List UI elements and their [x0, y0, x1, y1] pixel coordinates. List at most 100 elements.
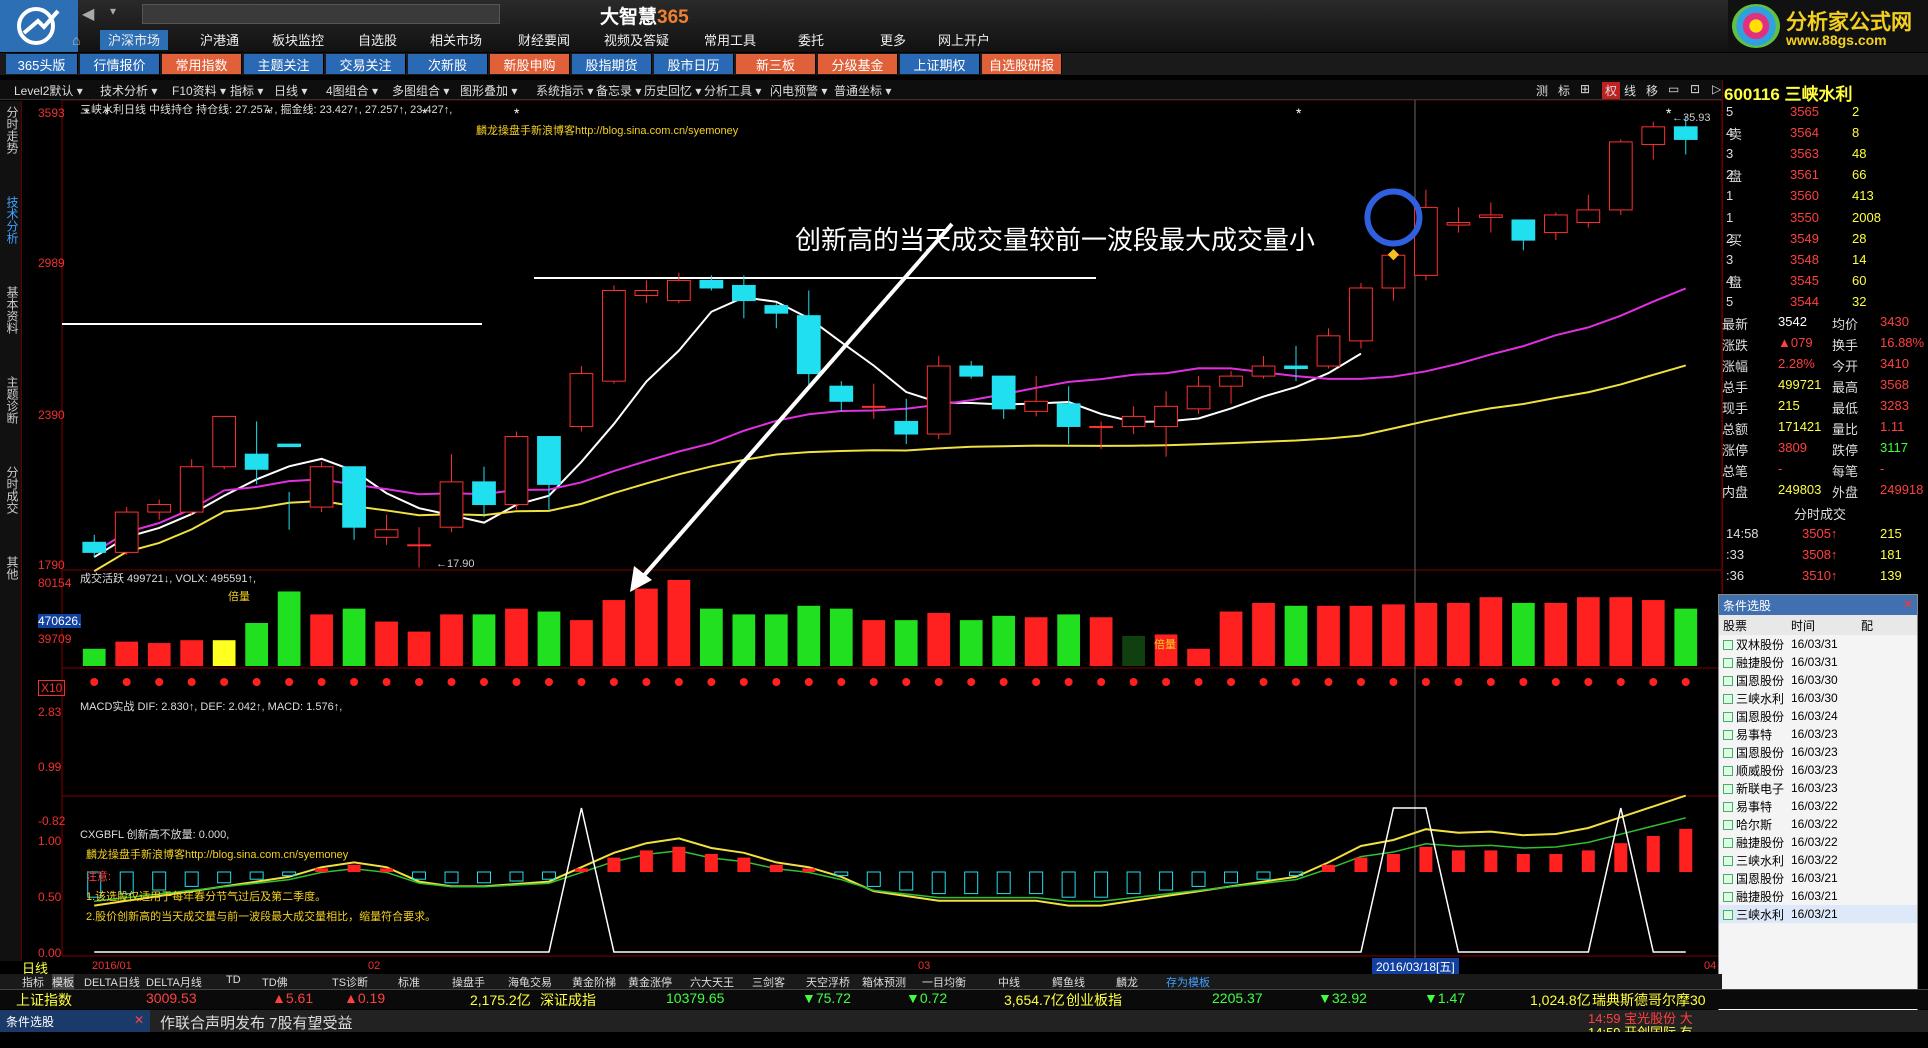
side-tab[interactable]: 其他	[2, 556, 20, 580]
toolbar-right-button[interactable]: 权	[1602, 82, 1621, 99]
index-value[interactable]: ▼1.47	[1424, 990, 1465, 1006]
top-menu-item[interactable]: 板块监控	[272, 30, 324, 50]
side-tab[interactable]: 基本资料	[2, 286, 20, 334]
indicator-tab[interactable]: 麟龙	[1116, 974, 1138, 990]
top-menu-item[interactable]: 视频及答疑	[604, 30, 669, 50]
toolbar-item[interactable]: Level2默认 ▾	[14, 82, 83, 99]
list-item[interactable]: 哈尔斯 16/03/22	[1719, 815, 1917, 833]
list-item[interactable]: 国恩股份 16/03/24	[1719, 707, 1917, 725]
close-icon[interactable]: ✕	[134, 1013, 144, 1027]
toolbar-right-button[interactable]: ▭	[1668, 82, 1679, 96]
indicator-tab[interactable]: 指标	[22, 974, 44, 990]
forward-dropdown-icon[interactable]: ▾	[110, 4, 138, 24]
index-value[interactable]: 3,654.7亿	[1004, 990, 1065, 1010]
toolbar-item[interactable]: 系统指示 ▾	[536, 82, 593, 99]
index-value[interactable]: 2,175.2亿	[470, 990, 531, 1010]
index-value[interactable]: ▼32.92	[1318, 990, 1367, 1006]
top-menu-item[interactable]: 自选股	[358, 30, 397, 50]
tab-9[interactable]: 新三板	[736, 54, 816, 74]
index-value[interactable]: 深证成指	[540, 990, 596, 1010]
list-item[interactable]: 融捷股份 16/03/21	[1719, 887, 1917, 905]
indicator-tab[interactable]: TD	[226, 974, 241, 986]
indicator-tab[interactable]: 六大天王	[690, 974, 734, 990]
tab-4[interactable]: 交易关注	[326, 54, 406, 74]
tab-10[interactable]: 分级基金	[818, 54, 898, 74]
indicator-tab[interactable]: 箱体预测	[862, 974, 906, 990]
list-item[interactable]: 三峡水利 16/03/22	[1719, 851, 1917, 869]
indicator-tab[interactable]: 黄金涨停	[628, 974, 672, 990]
tab-1[interactable]: 行情报价	[80, 54, 160, 74]
close-icon[interactable]: ✕	[1903, 597, 1913, 611]
index-value[interactable]: 3009.53	[146, 990, 197, 1006]
list-item[interactable]: 国恩股份 16/03/21	[1719, 869, 1917, 887]
search-input[interactable]	[142, 4, 500, 24]
toolbar-item[interactable]: 闪电预警 ▾	[770, 82, 827, 99]
toolbar-item[interactable]: 技术分析 ▾	[100, 82, 157, 99]
top-menu-item[interactable]: 网上开户	[938, 30, 990, 50]
index-value[interactable]: 瑞典斯德哥尔摩30	[1592, 990, 1706, 1010]
toolbar-right-button[interactable]: 测	[1536, 82, 1548, 99]
top-menu-item[interactable]: 相关市场	[430, 30, 482, 50]
back-arrow-icon[interactable]: ◀	[82, 4, 110, 24]
toolbar-item[interactable]: 指标 ▾	[230, 82, 263, 99]
indicator-tab[interactable]: 一目均衡	[922, 974, 966, 990]
index-value[interactable]: ▼0.72	[906, 990, 947, 1006]
tab-8[interactable]: 股市日历	[654, 54, 734, 74]
cond-select-tab[interactable]: 条件选股 ✕	[0, 1010, 150, 1032]
list-item[interactable]: 融捷股份 16/03/22	[1719, 833, 1917, 851]
column-header[interactable]: 配	[1861, 615, 1901, 635]
toolbar-item[interactable]: 分析工具 ▾	[704, 82, 761, 99]
index-value[interactable]: 创业板指	[1066, 990, 1122, 1010]
side-tab[interactable]: 分时走势	[2, 106, 20, 154]
indicator-tab[interactable]: 中线	[998, 974, 1020, 990]
app-logo[interactable]	[0, 0, 78, 52]
indicator-tab[interactable]: 三剑客	[752, 974, 785, 990]
top-menu-item[interactable]: 更多	[880, 30, 906, 50]
index-value[interactable]: ▲5.61	[272, 990, 313, 1006]
side-tab[interactable]: 分时成交	[2, 466, 20, 514]
toolbar-right-button[interactable]: 线	[1624, 82, 1636, 99]
list-item[interactable]: 顺威股份 16/03/23	[1719, 761, 1917, 779]
toolbar-item[interactable]: 4图组合 ▾	[326, 82, 378, 99]
indicator-tab[interactable]: 存为模板	[1166, 974, 1210, 990]
toolbar-item[interactable]: 普通坐标 ▾	[834, 82, 891, 99]
toolbar-right-button[interactable]: ⊞	[1580, 82, 1590, 96]
indicator-tab[interactable]: 操盘手	[452, 974, 485, 990]
indicator-tab[interactable]: 天空浮桥	[806, 974, 850, 990]
list-item[interactable]: 易事特 16/03/22	[1719, 797, 1917, 815]
indicator-tab[interactable]: 模板	[52, 974, 74, 990]
news-text[interactable]: 作联合声明发布 7股有望受益	[160, 1012, 353, 1033]
list-item[interactable]: 双林股份 16/03/31	[1719, 635, 1917, 653]
top-menu-item[interactable]: 沪深市场	[100, 30, 169, 50]
list-item[interactable]: 三峡水利 16/03/30	[1719, 689, 1917, 707]
toolbar-item[interactable]: 多图组合 ▾	[392, 82, 449, 99]
top-menu-item[interactable]: 常用工具	[704, 30, 756, 50]
tab-0[interactable]: 365头版	[6, 54, 78, 74]
home-icon[interactable]: ⌂	[72, 32, 80, 48]
toolbar-item[interactable]: 历史回忆 ▾	[644, 82, 701, 99]
toolbar-item[interactable]: 备忘录 ▾	[596, 82, 641, 99]
tab-2[interactable]: 常用指数	[162, 54, 242, 74]
toolbar-right-button[interactable]: 移	[1646, 82, 1658, 99]
indicator-tab[interactable]: TS诊断	[332, 974, 368, 990]
toolbar-right-button[interactable]: ▷	[1712, 82, 1721, 96]
indicator-tab[interactable]: TD佛	[262, 974, 288, 990]
tab-12[interactable]: 自选股研报	[982, 54, 1062, 74]
toolbar-right-button[interactable]: ⊡	[1690, 82, 1700, 96]
stock-code-title[interactable]: 600116 三峡水利	[1724, 80, 1853, 105]
toolbar-item[interactable]: 日线 ▾	[274, 82, 307, 99]
toolbar-item[interactable]: 图形叠加 ▾	[460, 82, 517, 99]
indicator-tab[interactable]: 海龟交易	[508, 974, 552, 990]
list-item[interactable]: 新联电子 16/03/23	[1719, 779, 1917, 797]
indicator-tab[interactable]: 标准	[398, 974, 420, 990]
column-header[interactable]: 时间	[1791, 615, 1861, 635]
indicator-tab[interactable]: 黄金阶梯	[572, 974, 616, 990]
top-menu-item[interactable]: 沪港通	[200, 30, 239, 50]
tab-7[interactable]: 股指期货	[572, 54, 652, 74]
side-tab[interactable]: 技术分析	[2, 196, 20, 244]
toolbar-right-button[interactable]: 标	[1558, 82, 1570, 99]
list-item[interactable]: 易事特 16/03/23	[1719, 725, 1917, 743]
index-value[interactable]: 上证指数	[16, 990, 72, 1010]
column-header[interactable]: 股票	[1719, 615, 1791, 635]
list-item[interactable]: 国恩股份 16/03/23	[1719, 743, 1917, 761]
